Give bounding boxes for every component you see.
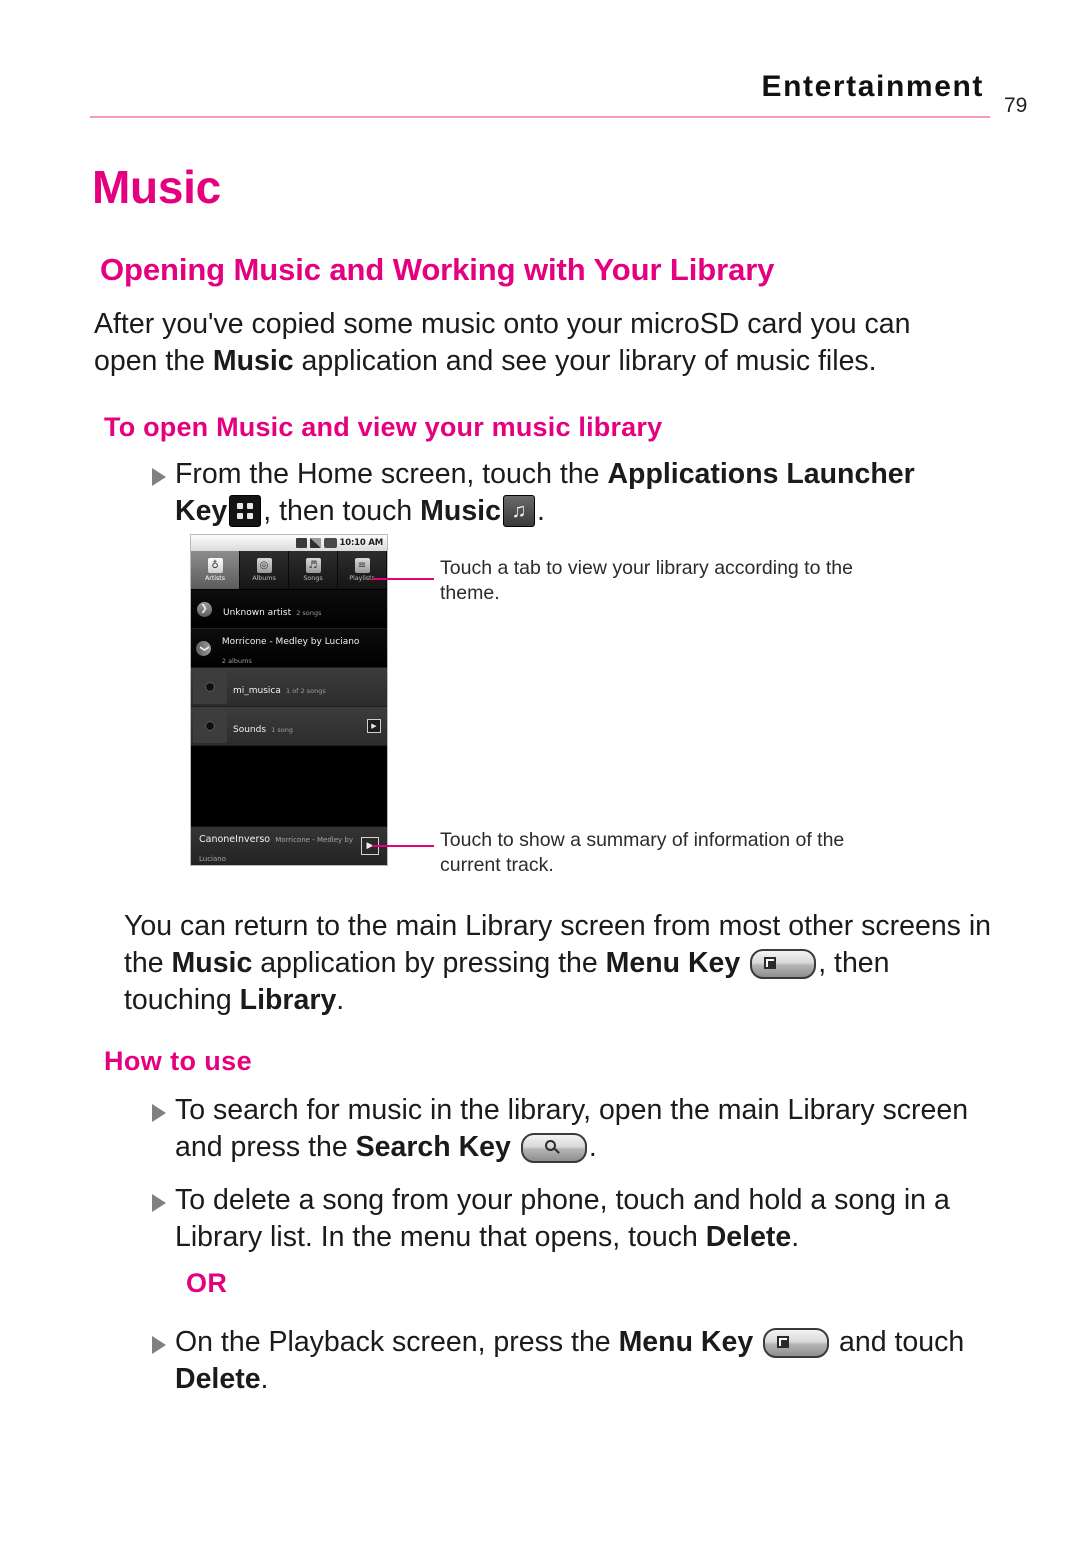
list-item-text: Unknown artist 2 songs [217, 600, 387, 619]
bullet-playback-text-1: On the Playback screen, press the [175, 1326, 619, 1358]
list-item-text: Sounds 1 song [227, 717, 367, 736]
list-item-title: Unknown artist [223, 607, 292, 618]
bullet-search-text-2: . [588, 1131, 597, 1163]
list-item[interactable]: ❯ Morricone - Medley by Luciano 2 albums [191, 629, 387, 668]
library-list: ❯ Unknown artist 2 songs ❯ Morricone - M… [191, 590, 387, 834]
list-item-subtitle: 2 albums [221, 657, 252, 665]
microphone-icon: ♁ [207, 558, 223, 573]
bullet-search-music-text: To search for music in the library, open… [175, 1092, 982, 1166]
list-item-title: mi_musica [233, 685, 281, 696]
list-empty-area [191, 746, 387, 834]
album-art-thumbnail [193, 670, 227, 704]
bullet-open-music-text: From the Home screen, touch the Applicat… [175, 456, 972, 530]
page-title: Entertainment [761, 70, 984, 103]
bullet-triangle-icon [152, 468, 166, 486]
bullet-triangle-icon [152, 1336, 166, 1354]
song-note-icon: ♬ [305, 558, 321, 573]
tab-albums[interactable]: ◎ Albums [240, 551, 289, 589]
list-item-subtitle: 2 songs [296, 608, 322, 617]
return-text-2: application by pressing the [252, 947, 606, 979]
return-text-4: . [336, 984, 345, 1016]
bullet-open-text-3: . [536, 495, 545, 527]
bullet-playback-delete-text: On the Playback screen, press the Menu K… [175, 1324, 1012, 1398]
collapse-chevron-icon: ❯ [191, 640, 216, 656]
bullet-triangle-icon [152, 1104, 166, 1122]
intro-paragraph: After you've copied some music onto your… [94, 306, 924, 380]
return-bold-music: Music [171, 947, 253, 979]
now-playing-indicator-icon: ▶ [367, 719, 381, 733]
subsection-heading-opening-music: Opening Music and Working with Your Libr… [100, 252, 775, 287]
now-playing-bar[interactable]: CanoneInverso Morricone - Medley by Luci… [191, 826, 387, 865]
list-item-subtitle: 1 song [271, 725, 293, 734]
bullet-playback-text-2: and touch [831, 1326, 965, 1358]
battery-icon [323, 538, 337, 548]
list-item-title: Morricone - Medley by Luciano [221, 637, 360, 647]
expand-chevron-icon: ❯ [191, 601, 217, 617]
callout-tab-description: Touch a tab to view your library accordi… [440, 557, 853, 604]
return-bold-menu-key: Menu Key [605, 947, 741, 979]
phone-screenshot-music-library: 10:10 AM ♁ Artists ◎ Albums ♬ Songs ≡ Pl… [190, 534, 388, 866]
tab-playlists[interactable]: ≡ Playlists [338, 551, 387, 589]
return-bold-library: Library [239, 984, 337, 1016]
bullet-open-text-1: From the Home screen, touch the [175, 458, 608, 490]
tab-songs-label: Songs [303, 574, 323, 582]
bullet-open-music: From the Home screen, touch the Applicat… [152, 456, 972, 530]
bullet-delete-song: To delete a song from your phone, touch … [152, 1182, 1002, 1256]
library-tab-bar: ♁ Artists ◎ Albums ♬ Songs ≡ Playlists [191, 551, 387, 590]
list-item[interactable]: mi_musica 1 of 2 songs [191, 668, 387, 707]
bullet-delete-song-text: To delete a song from your phone, touch … [175, 1182, 1002, 1256]
status-time: 10:10 AM [339, 538, 384, 548]
callout-leader-line [372, 845, 434, 847]
page-header: Entertainment 79 [0, 70, 1080, 126]
now-playing-title: CanoneInverso [199, 834, 271, 845]
menu-key-icon [750, 949, 817, 979]
bullet-playback-text-3: . [260, 1363, 269, 1395]
return-to-library-paragraph: You can return to the main Library scree… [124, 908, 1004, 1019]
album-icon: ◎ [256, 558, 272, 573]
list-item[interactable]: ❯ Unknown artist 2 songs [191, 590, 387, 629]
intro-bold-music: Music [212, 345, 294, 377]
now-playing-text: CanoneInverso Morricone - Medley by Luci… [191, 827, 361, 865]
bullet-delete-text-2: . [791, 1221, 800, 1253]
applications-launcher-key-icon [229, 495, 262, 527]
or-separator-label: OR [186, 1268, 228, 1298]
bullet-search-bold-key: Search Key [355, 1131, 511, 1163]
list-item-subtitle: 1 of 2 songs [286, 686, 326, 695]
tab-artists-label: Artists [204, 574, 226, 582]
tab-playlists-label: Playlists [349, 574, 375, 582]
list-item-text: Morricone - Medley by Luciano 2 albums [216, 629, 387, 667]
page-number: 79 [1004, 94, 1028, 117]
tab-songs[interactable]: ♬ Songs [289, 551, 338, 589]
tab-albums-label: Albums [252, 574, 276, 582]
list-item[interactable]: Sounds 1 song ▶ [191, 707, 387, 746]
bullet-open-bold-music: Music [420, 495, 501, 527]
bullet-playback-delete: On the Playback screen, press the Menu K… [152, 1324, 1012, 1398]
bullet-search-music: To search for music in the library, open… [152, 1092, 982, 1166]
procedure-heading-how-to-use: How to use [104, 1046, 253, 1076]
list-item-text: mi_musica 1 of 2 songs [227, 678, 387, 697]
list-item-title: Sounds [233, 724, 267, 735]
procedure-heading-open-music: To open Music and view your music librar… [104, 412, 663, 442]
section-heading-music: Music [92, 161, 221, 213]
header-divider [90, 116, 990, 118]
phone-status-bar: 10:10 AM [191, 535, 387, 551]
tab-artists[interactable]: ♁ Artists [191, 551, 240, 589]
menu-key-icon [763, 1328, 830, 1358]
music-app-icon: ♫ [502, 495, 535, 527]
bullet-delete-bold-delete: Delete [705, 1221, 792, 1253]
bullet-playback-bold-menu-key: Menu Key [618, 1326, 754, 1358]
bullet-open-text-2: , then touch [263, 495, 421, 527]
sync-icon [295, 538, 307, 548]
bullet-triangle-icon [152, 1194, 166, 1212]
intro-text-2: application and see your library of musi… [293, 345, 877, 377]
bullet-playback-bold-delete: Delete [175, 1363, 261, 1395]
playlist-icon: ≡ [354, 558, 370, 573]
search-key-icon [520, 1133, 587, 1163]
callout-leader-line [372, 578, 434, 580]
signal-bars-icon [309, 538, 321, 548]
bullet-delete-text-1: To delete a song from your phone, touch … [175, 1184, 950, 1253]
callout-track-summary-description: Touch to show a summary of information o… [440, 829, 845, 876]
album-art-thumbnail [193, 709, 227, 743]
